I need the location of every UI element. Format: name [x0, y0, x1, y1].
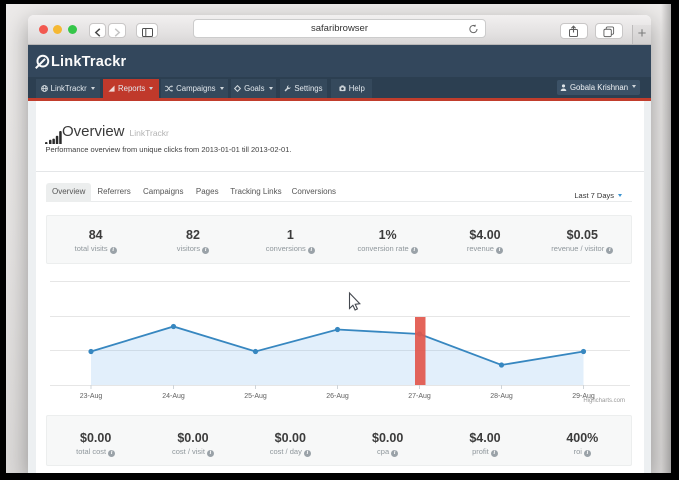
svg-text:24-Aug: 24-Aug: [162, 393, 185, 400]
svg-text:27-Aug: 27-Aug: [408, 393, 431, 400]
svg-text:Highcharts.com: Highcharts.com: [583, 398, 625, 404]
svg-text:23-Aug: 23-Aug: [80, 393, 103, 400]
svg-text:25-Aug: 25-Aug: [244, 393, 267, 400]
svg-text:28-Aug: 28-Aug: [490, 393, 513, 400]
svg-text:26-Aug: 26-Aug: [326, 393, 349, 400]
